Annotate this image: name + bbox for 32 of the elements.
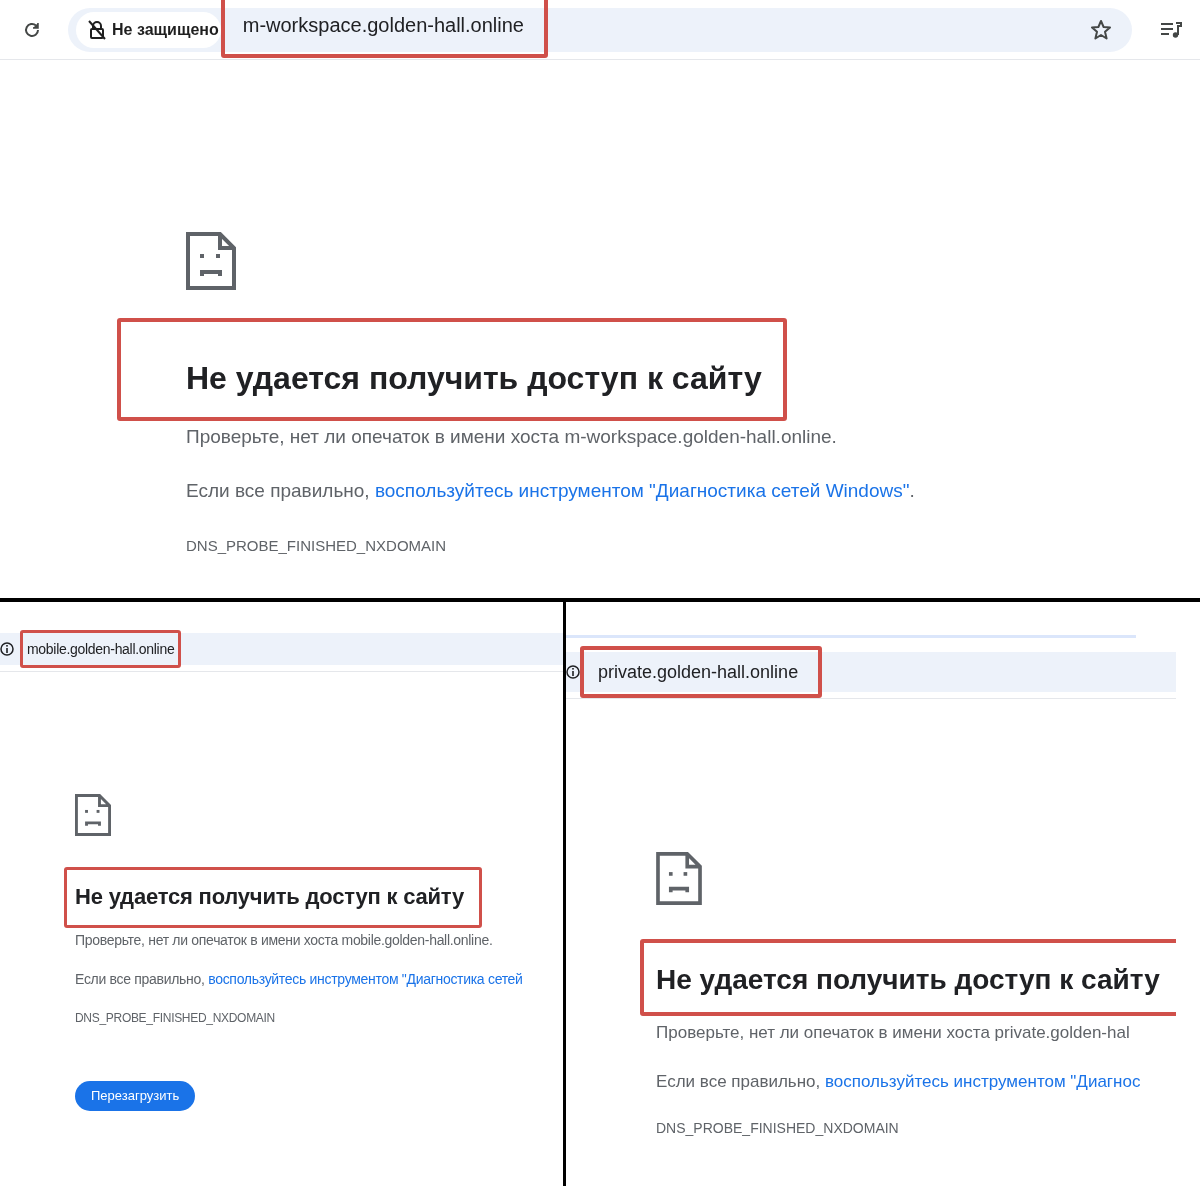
error-title: Не удается получить доступ к сайту bbox=[656, 963, 1161, 997]
lock-slash-icon bbox=[88, 19, 106, 40]
error-code: DNS_PROBE_FINISHED_NXDOMAIN bbox=[656, 1119, 899, 1137]
star-icon[interactable] bbox=[1090, 18, 1112, 41]
hint-text: Проверьте, нет ли опечаток в имени хоста m-workspace.golden-hall.online. bbox=[186, 425, 837, 449]
address-bar[interactable] bbox=[68, 7, 1132, 52]
address-bar[interactable] bbox=[0, 633, 563, 665]
url-text[interactable]: mobile.golden-hall.online bbox=[27, 638, 175, 660]
diagnose-text: Если все правильно, воспользуйтесь инструментом "Диагностика сетей Windows". bbox=[186, 479, 915, 503]
info-icon[interactable] bbox=[0, 642, 14, 656]
address-bar[interactable] bbox=[566, 652, 1176, 692]
error-code: DNS_PROBE_FINISHED_NXDOMAIN bbox=[75, 1010, 275, 1026]
sad-page-icon bbox=[186, 232, 236, 290]
diagnostics-link[interactable]: воспользуйтесь инструментом "Диагностика сетей Windows" bbox=[374, 480, 910, 501]
error-code: DNS_PROBE_FINISHED_NXDOMAIN bbox=[186, 536, 447, 556]
playlist-icon[interactable] bbox=[1160, 19, 1182, 40]
error-title: Не удается получить доступ к сайту bbox=[186, 359, 763, 398]
diagnostics-link[interactable]: воспользуйтесь инструментом "Диагнос bbox=[825, 1072, 1141, 1091]
url-text[interactable]: private.golden-hall.online bbox=[598, 658, 799, 686]
error-title: Не удается получить доступ к сайту bbox=[75, 883, 465, 911]
diagnostics-link[interactable]: воспользуйтесь инструментом "Диагностика сетей bbox=[208, 971, 523, 987]
sad-page-icon bbox=[75, 794, 111, 836]
sad-page-icon bbox=[656, 852, 702, 905]
url-text[interactable]: m-workspace.golden-hall.online bbox=[242, 9, 524, 40]
info-icon[interactable] bbox=[566, 665, 580, 679]
security-chip[interactable]: Не защищено bbox=[76, 11, 221, 48]
diagnose-text: Если все правильно, воспользуйтесь инструментом "Диагностика сетей bbox=[75, 970, 523, 988]
reload-button[interactable]: Перезагрузить bbox=[75, 1081, 196, 1111]
security-label: Не защищено bbox=[112, 19, 219, 40]
hint-text: Проверьте, нет ли опечаток в имени хоста mobile.golden-hall.online. bbox=[75, 931, 493, 949]
diagnose-text: Если все правильно, воспользуйтесь инструментом "Диагнос bbox=[656, 1071, 1141, 1093]
hint-text: Проверьте, нет ли опечаток в имени хоста private.golden-hal bbox=[656, 1022, 1130, 1044]
